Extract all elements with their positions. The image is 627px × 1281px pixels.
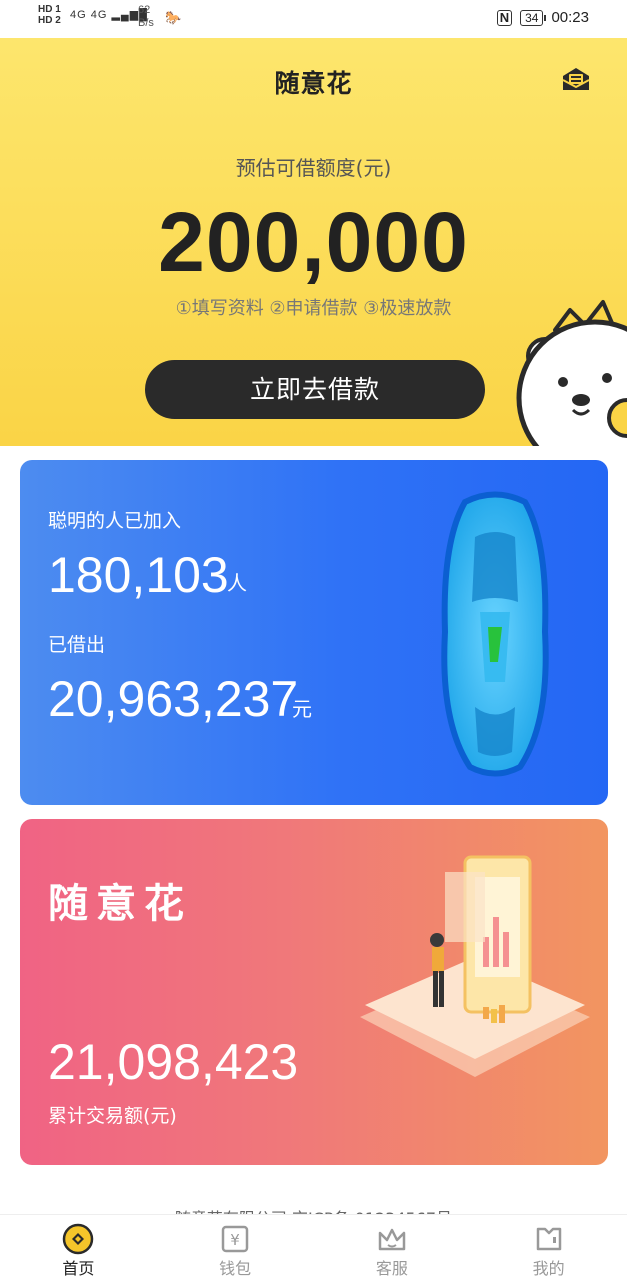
- tab-profile[interactable]: 我的: [470, 1215, 627, 1281]
- profile-icon: [536, 1227, 561, 1251]
- credit-amount: 200,000: [158, 195, 469, 289]
- lent-unit: 元: [292, 697, 312, 721]
- tab-service-label: 客服: [375, 1259, 408, 1278]
- lent-amount: 20,963,237: [48, 671, 299, 727]
- nfc-icon: N: [496, 9, 513, 26]
- status-bar: HD 1 HD 2 4G 4G ▂▄▆█ 62 B/s 🐎 N 34 00:23: [0, 0, 627, 38]
- lent-label: 已借出: [48, 634, 106, 656]
- hd1-indicator: HD 1: [38, 4, 61, 15]
- joined-count: 180,103: [48, 547, 229, 603]
- page-title: 随意花: [274, 69, 353, 98]
- bear-mascot-icon: [516, 300, 627, 446]
- total-amount: 21,098,423: [48, 1034, 299, 1090]
- hd2-indicator: HD 2: [38, 15, 61, 26]
- brand-title: 随意花: [48, 881, 192, 927]
- service-icon: [378, 1228, 406, 1251]
- joined-label: 聪明的人已加入: [48, 510, 182, 532]
- borrow-button[interactable]: 立即去借款: [145, 360, 485, 419]
- clock: 00:23: [551, 9, 589, 26]
- stats-card: 聪明的人已加入 180,103 人 已借出 20,963,237 元: [20, 460, 608, 805]
- speed-value: 62: [138, 4, 151, 16]
- status-right: N 34 00:23: [496, 9, 589, 26]
- bottom-tab-bar: 首页 ¥ 钱包 客服 我的: [0, 1214, 627, 1281]
- battery-icon: 34: [520, 9, 547, 26]
- tab-wallet[interactable]: ¥ 钱包: [157, 1215, 314, 1281]
- tab-profile-label: 我的: [532, 1259, 565, 1278]
- car-illustration-icon: [441, 491, 549, 777]
- message-icon[interactable]: [561, 66, 591, 92]
- brand-card: 随意花 21,098,423 累计交易额(元): [20, 819, 608, 1165]
- home-icon: [63, 1223, 94, 1255]
- sim-indicators: HD 1 HD 2: [38, 4, 61, 26]
- speed-unit: B/s: [138, 17, 154, 29]
- tab-wallet-label: 钱包: [219, 1259, 252, 1278]
- credit-label: 预估可借额度(元): [235, 156, 392, 180]
- analytics-illustration-icon: [360, 855, 590, 1077]
- joined-unit: 人: [227, 571, 247, 595]
- total-label: 累计交易额(元): [48, 1105, 177, 1127]
- hero-section: 随意花 预估可借额度(元) 200,000 ①填写资料 ②申请借款 ③极速放款 …: [0, 38, 627, 446]
- notification-icon: 🐎: [165, 10, 182, 25]
- wallet-icon: ¥: [221, 1225, 249, 1253]
- svg-text:¥: ¥: [230, 1231, 240, 1249]
- tab-home-label: 首页: [62, 1259, 95, 1278]
- network-speed: 62 B/s: [138, 4, 154, 30]
- tab-service[interactable]: 客服: [314, 1215, 471, 1281]
- signal-icon: 4G 4G ▂▄▆█: [70, 9, 148, 21]
- tab-home[interactable]: 首页: [0, 1215, 157, 1281]
